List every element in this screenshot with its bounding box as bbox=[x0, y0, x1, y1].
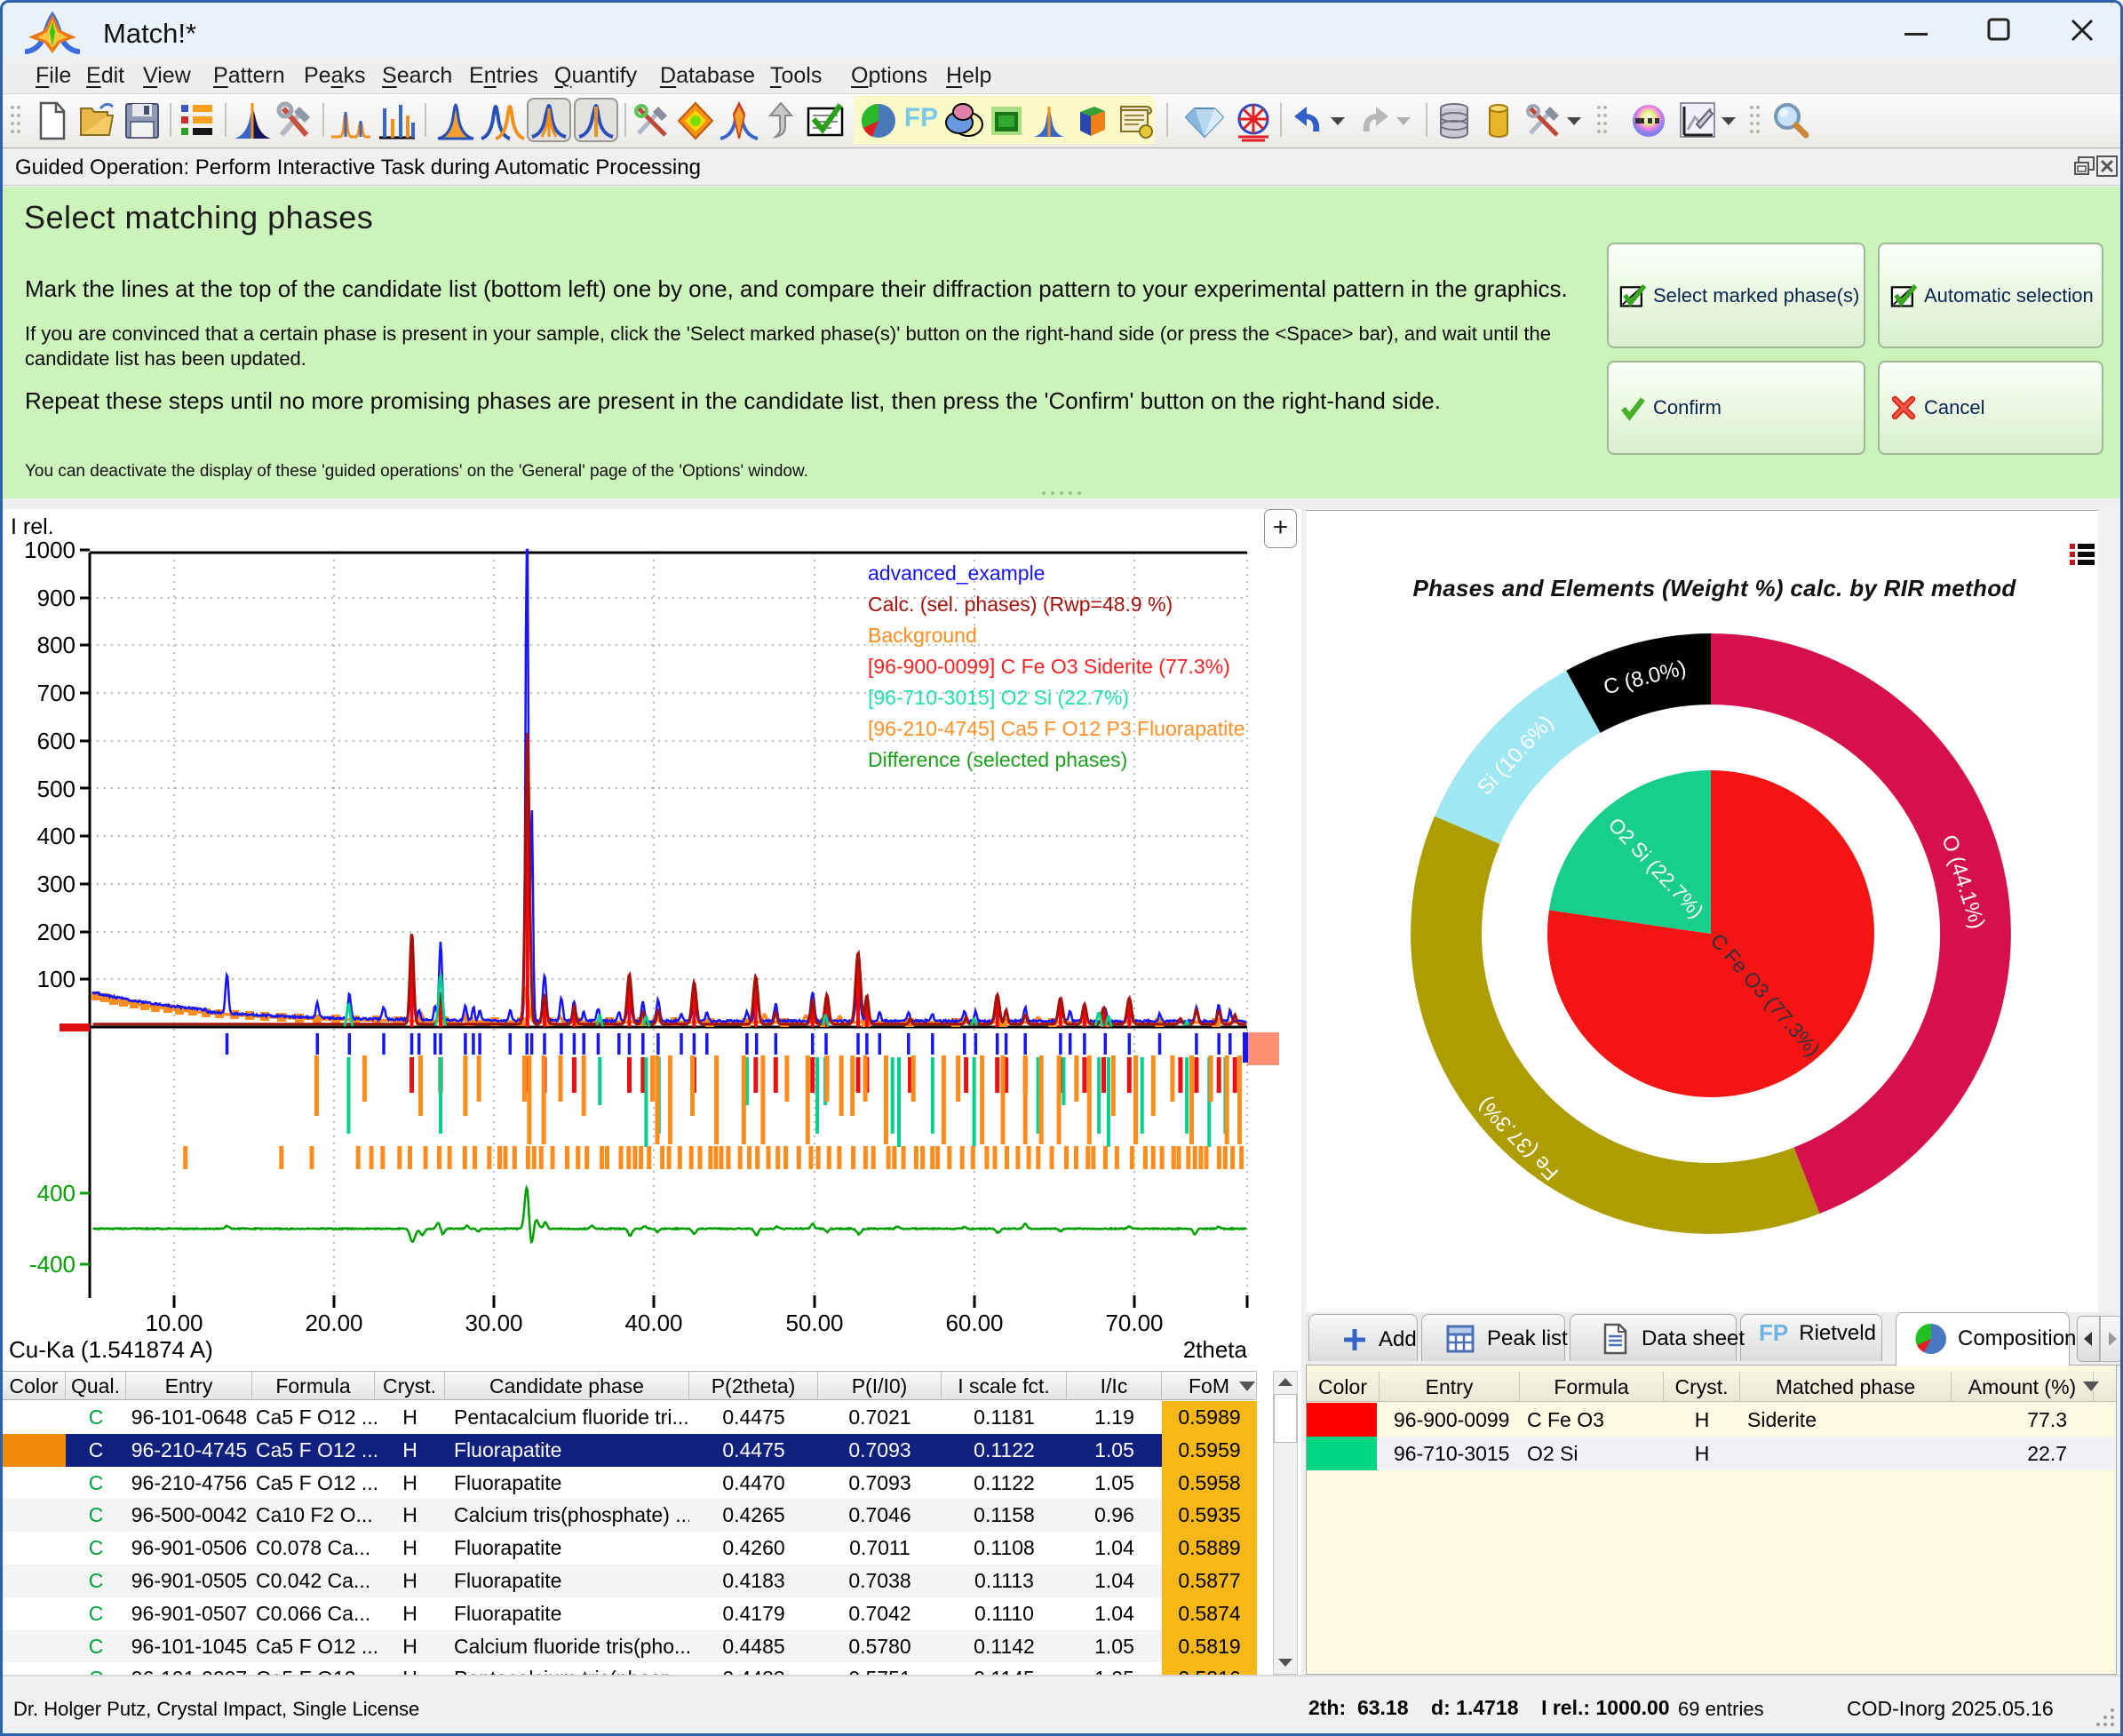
svg-text:advanced_example: advanced_example bbox=[868, 561, 1045, 585]
svg-text:400: 400 bbox=[37, 1180, 76, 1206]
svg-text:200: 200 bbox=[37, 919, 76, 945]
svg-text:2theta: 2theta bbox=[1183, 1336, 1248, 1363]
svg-text:20.00: 20.00 bbox=[305, 1310, 362, 1336]
svg-text:Calc. (sel. phases) (Rwp=48.9: Calc. (sel. phases) (Rwp=48.9 %) bbox=[868, 593, 1173, 616]
svg-text:Background: Background bbox=[868, 624, 977, 647]
svg-text:40.00: 40.00 bbox=[624, 1310, 682, 1336]
svg-text:500: 500 bbox=[37, 776, 76, 802]
svg-text:100: 100 bbox=[37, 966, 76, 992]
svg-text:70.00: 70.00 bbox=[1105, 1310, 1163, 1336]
svg-text:800: 800 bbox=[37, 632, 76, 658]
svg-text:300: 300 bbox=[37, 871, 76, 897]
svg-text:400: 400 bbox=[37, 823, 76, 849]
svg-text:1000: 1000 bbox=[24, 537, 76, 563]
svg-text:[96-900-0099] C Fe O3 Siderite: [96-900-0099] C Fe O3 Siderite (77.3%) bbox=[868, 655, 1230, 678]
svg-text:Cu-Ka (1.541874 A): Cu-Ka (1.541874 A) bbox=[9, 1336, 213, 1363]
svg-text:Difference (selected phases): Difference (selected phases) bbox=[868, 748, 1127, 771]
svg-text:10.00: 10.00 bbox=[145, 1310, 203, 1336]
svg-text:60.00: 60.00 bbox=[945, 1310, 1003, 1336]
svg-text:-400: -400 bbox=[29, 1251, 76, 1278]
svg-text:900: 900 bbox=[37, 585, 76, 611]
svg-text:[96-710-3015] O2 Si (22.7%): [96-710-3015] O2 Si (22.7%) bbox=[868, 686, 1129, 709]
svg-text:50.00: 50.00 bbox=[785, 1310, 843, 1336]
svg-text:30.00: 30.00 bbox=[465, 1310, 522, 1336]
svg-text:[96-210-4745] Ca5 F O12 P3 Flu: [96-210-4745] Ca5 F O12 P3 Fluorapatite bbox=[868, 717, 1244, 740]
svg-text:600: 600 bbox=[37, 728, 76, 754]
svg-text:700: 700 bbox=[37, 680, 76, 706]
